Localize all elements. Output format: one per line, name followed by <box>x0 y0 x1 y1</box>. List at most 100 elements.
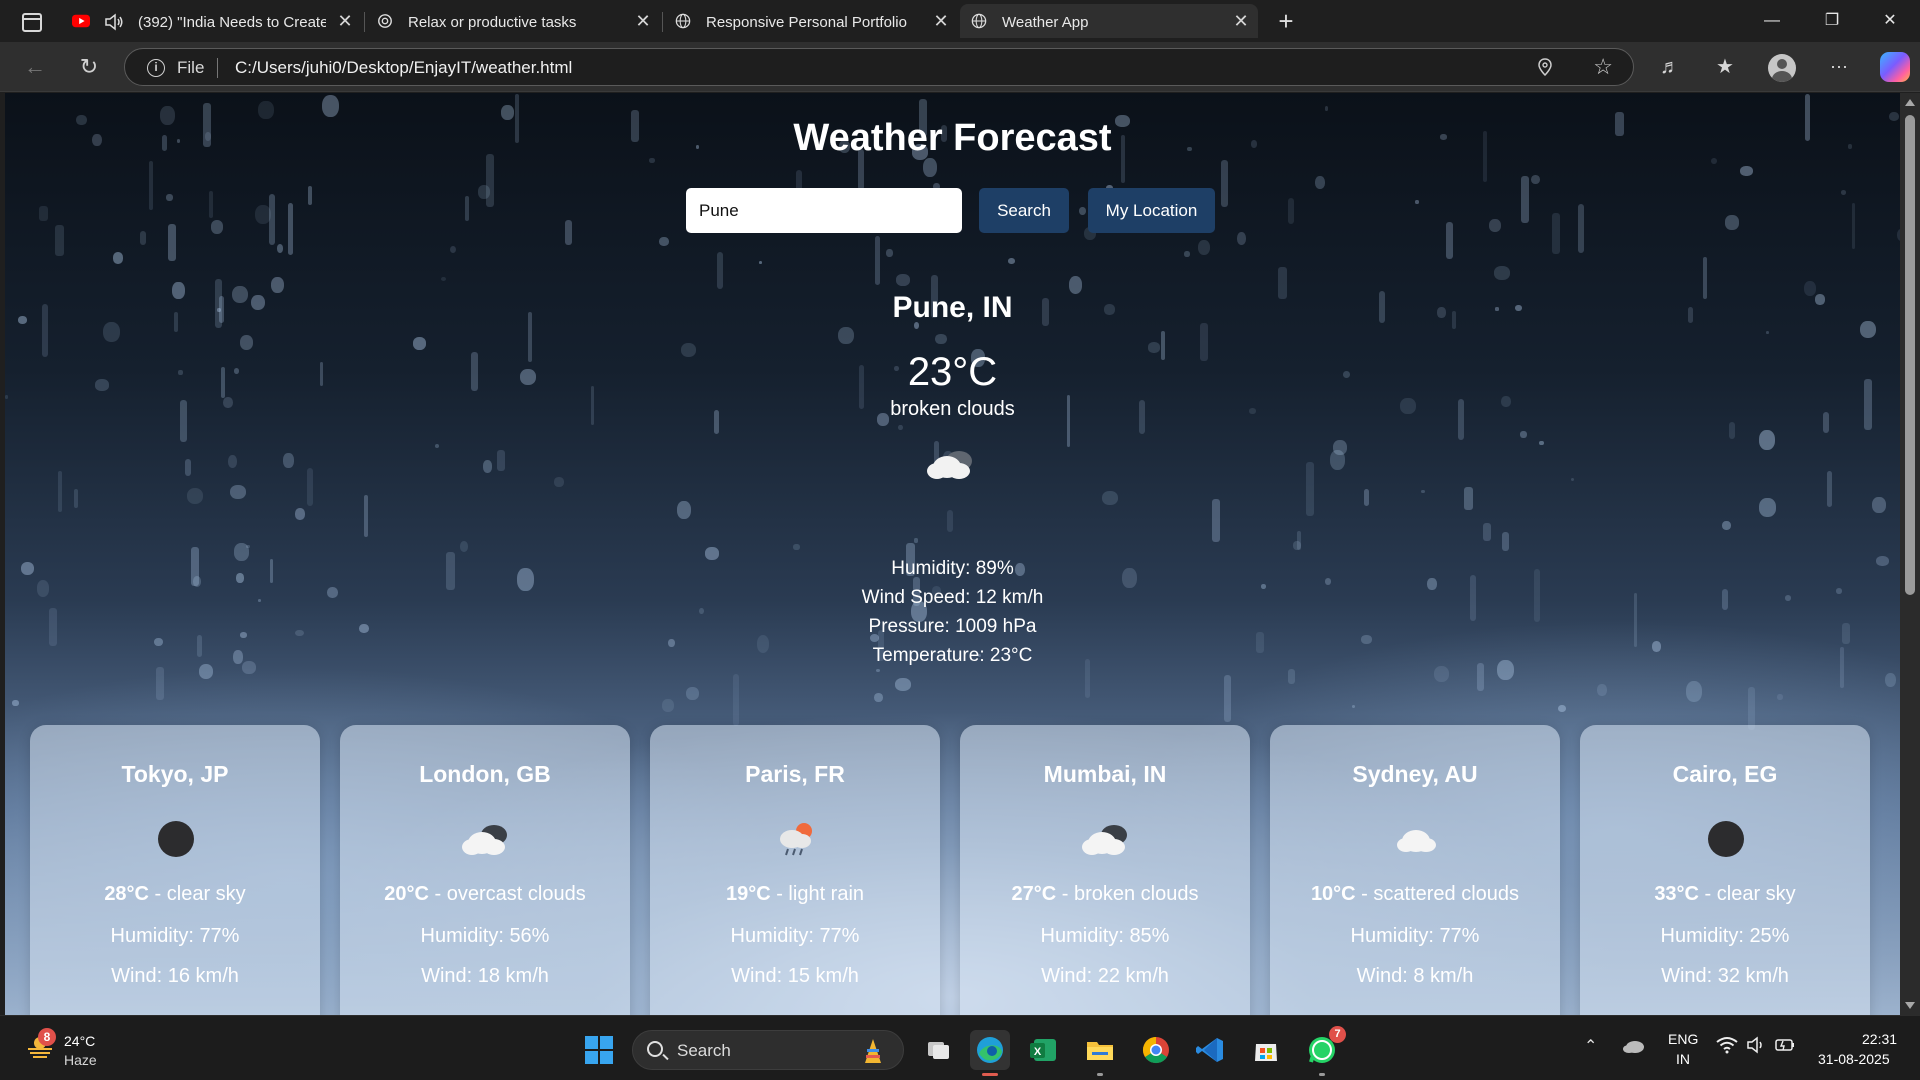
input-indicator[interactable]: IN <box>1676 1051 1690 1067</box>
favorites-icon[interactable]: ★ <box>1710 53 1740 81</box>
city-card[interactable]: London, GB 20°C - overcast clouds Humidi… <box>340 725 630 1015</box>
rain-drop <box>1740 165 1753 177</box>
rain-drop <box>306 467 313 507</box>
page-scrollbar[interactable] <box>1900 93 1920 1015</box>
my-location-button[interactable]: My Location <box>1088 188 1215 233</box>
card-humidity: Humidity: 85% <box>1040 925 1170 947</box>
tab-title: Weather App <box>1002 14 1089 31</box>
search-button[interactable]: Search <box>979 188 1069 233</box>
new-tab-button[interactable]: + <box>1272 8 1300 36</box>
language-indicator[interactable]: ENG <box>1668 1031 1698 1047</box>
city-card[interactable]: Mumbai, IN 27°C - broken clouds Humidity… <box>960 725 1250 1015</box>
rain-drop <box>1476 663 1485 692</box>
rain-drop <box>449 245 457 254</box>
weather-app-page: Weather Forecast Search My Location Pune… <box>5 93 1900 1015</box>
city-search-input[interactable] <box>686 188 962 233</box>
rain-drop <box>1464 486 1474 511</box>
city-card[interactable]: Tokyo, JP 28°C - clear sky Humidity: 77%… <box>30 725 320 1015</box>
rain-drop <box>876 668 881 672</box>
chrome-icon[interactable] <box>1136 1030 1176 1070</box>
more-options-icon[interactable]: ⋯ <box>1824 53 1854 81</box>
close-tab-icon[interactable]: ✕ <box>1230 10 1252 32</box>
whatsapp-icon[interactable]: 7 <box>1302 1026 1346 1076</box>
globe-icon <box>971 13 987 29</box>
info-icon[interactable]: i <box>147 59 165 77</box>
copilot-icon[interactable] <box>1880 52 1910 82</box>
restore-button[interactable]: ❐ <box>1812 6 1852 36</box>
task-view-icon[interactable] <box>918 1030 958 1070</box>
broken-clouds-icon <box>927 451 972 479</box>
wifi-icon[interactable] <box>1716 1036 1738 1054</box>
tab-portfolio[interactable]: Responsive Personal Portfolio ✕ <box>664 4 958 38</box>
scroll-up-icon[interactable] <box>1905 99 1915 106</box>
rain-drop <box>1552 213 1560 254</box>
card-wind: Wind: 15 km/h <box>731 965 859 987</box>
rain-drop <box>1330 449 1346 470</box>
onedrive-icon[interactable] <box>1622 1036 1646 1056</box>
tab-chatgpt[interactable]: Relax or productive tasks ✕ <box>366 4 660 38</box>
tab-actions-icon[interactable] <box>14 8 48 34</box>
scroll-thumb[interactable] <box>1905 115 1915 595</box>
speaker-icon[interactable] <box>104 13 124 31</box>
rain-drop <box>1494 266 1511 280</box>
rain-drop <box>717 252 723 289</box>
clock-date[interactable]: 31-08-2025 <box>1818 1051 1890 1067</box>
refresh-icon[interactable]: ↻ <box>72 52 106 82</box>
file-explorer-icon[interactable] <box>1080 1030 1120 1076</box>
rain-drop <box>486 154 495 208</box>
rain-drop <box>873 692 883 703</box>
card-humidity: Humidity: 77% <box>1350 925 1480 947</box>
card-city-name: Sydney, AU <box>1352 761 1478 787</box>
profile-avatar[interactable] <box>1768 54 1796 82</box>
city-card[interactable]: Cairo, EG 33°C - clear sky Humidity: 25%… <box>1580 725 1870 1015</box>
card-temp-desc: 27°C - broken clouds <box>1011 883 1199 905</box>
rain-drop <box>874 235 881 285</box>
volume-icon[interactable] <box>1746 1036 1766 1054</box>
close-tab-icon[interactable]: ✕ <box>632 10 654 32</box>
show-hidden-icons[interactable]: ⌃ <box>1584 1036 1597 1056</box>
vscode-icon[interactable] <box>1190 1030 1230 1070</box>
rain-drop <box>554 477 564 487</box>
city-card[interactable]: Paris, FR 19°C - light rain Humidity: 77… <box>650 725 940 1015</box>
clock-time[interactable]: 22:31 <box>1862 1031 1897 1047</box>
close-window-button[interactable]: ✕ <box>1870 6 1910 36</box>
rain-drop <box>1827 470 1833 507</box>
microsoft-store-icon[interactable] <box>1246 1030 1286 1070</box>
address-url[interactable]: C:/Users/juhi0/Desktop/EnjayIT/weather.h… <box>235 58 572 78</box>
current-humidity: Humidity: 89% <box>891 558 1014 579</box>
rain-drop <box>412 337 427 350</box>
favorite-star-icon[interactable]: ☆ <box>1593 54 1613 80</box>
back-icon[interactable]: ← <box>18 52 52 82</box>
city-card[interactable]: Sydney, AU 10°C - scattered clouds Humid… <box>1270 725 1560 1015</box>
taskbar-search[interactable]: Search <box>632 1030 904 1070</box>
rain-drop <box>364 495 368 538</box>
rain-drop <box>686 686 699 701</box>
tab-title: (392) "India Needs to Create <box>138 14 326 31</box>
tab-weather-app[interactable]: Weather App ✕ <box>960 4 1258 38</box>
rain-drop <box>895 274 910 286</box>
rain-drop <box>1502 531 1509 552</box>
close-tab-icon[interactable]: ✕ <box>334 10 356 32</box>
whatsapp-badge: 7 <box>1329 1026 1346 1043</box>
rain-drop <box>229 484 246 500</box>
windows-start-icon[interactable] <box>585 1036 613 1064</box>
card-temp-desc: 33°C - clear sky <box>1654 883 1796 905</box>
excel-icon[interactable]: X <box>1024 1030 1064 1070</box>
rain-drop <box>1531 174 1541 185</box>
minimize-button[interactable]: — <box>1752 6 1792 36</box>
battery-icon[interactable] <box>1774 1036 1796 1054</box>
edge-icon[interactable] <box>970 1030 1010 1076</box>
read-aloud-icon[interactable]: ♬ <box>1655 53 1685 81</box>
scroll-down-icon[interactable] <box>1905 1002 1915 1009</box>
address-bar[interactable]: i File C:/Users/juhi0/Desktop/EnjayIT/we… <box>124 48 1634 86</box>
taskbar-weather-widget[interactable]: 8 24°C Haze <box>20 1028 140 1070</box>
card-humidity: Humidity: 25% <box>1660 925 1790 947</box>
rain-drop <box>184 458 191 476</box>
search-highlight-icon <box>865 1039 881 1063</box>
close-tab-icon[interactable]: ✕ <box>930 10 952 32</box>
rain-drop <box>1224 675 1232 723</box>
location-pin-icon[interactable] <box>1537 58 1553 76</box>
rain-drop <box>1729 422 1736 440</box>
tab-youtube[interactable]: (392) "India Needs to Create ✕ <box>62 4 362 38</box>
rain-drop <box>1872 496 1886 513</box>
